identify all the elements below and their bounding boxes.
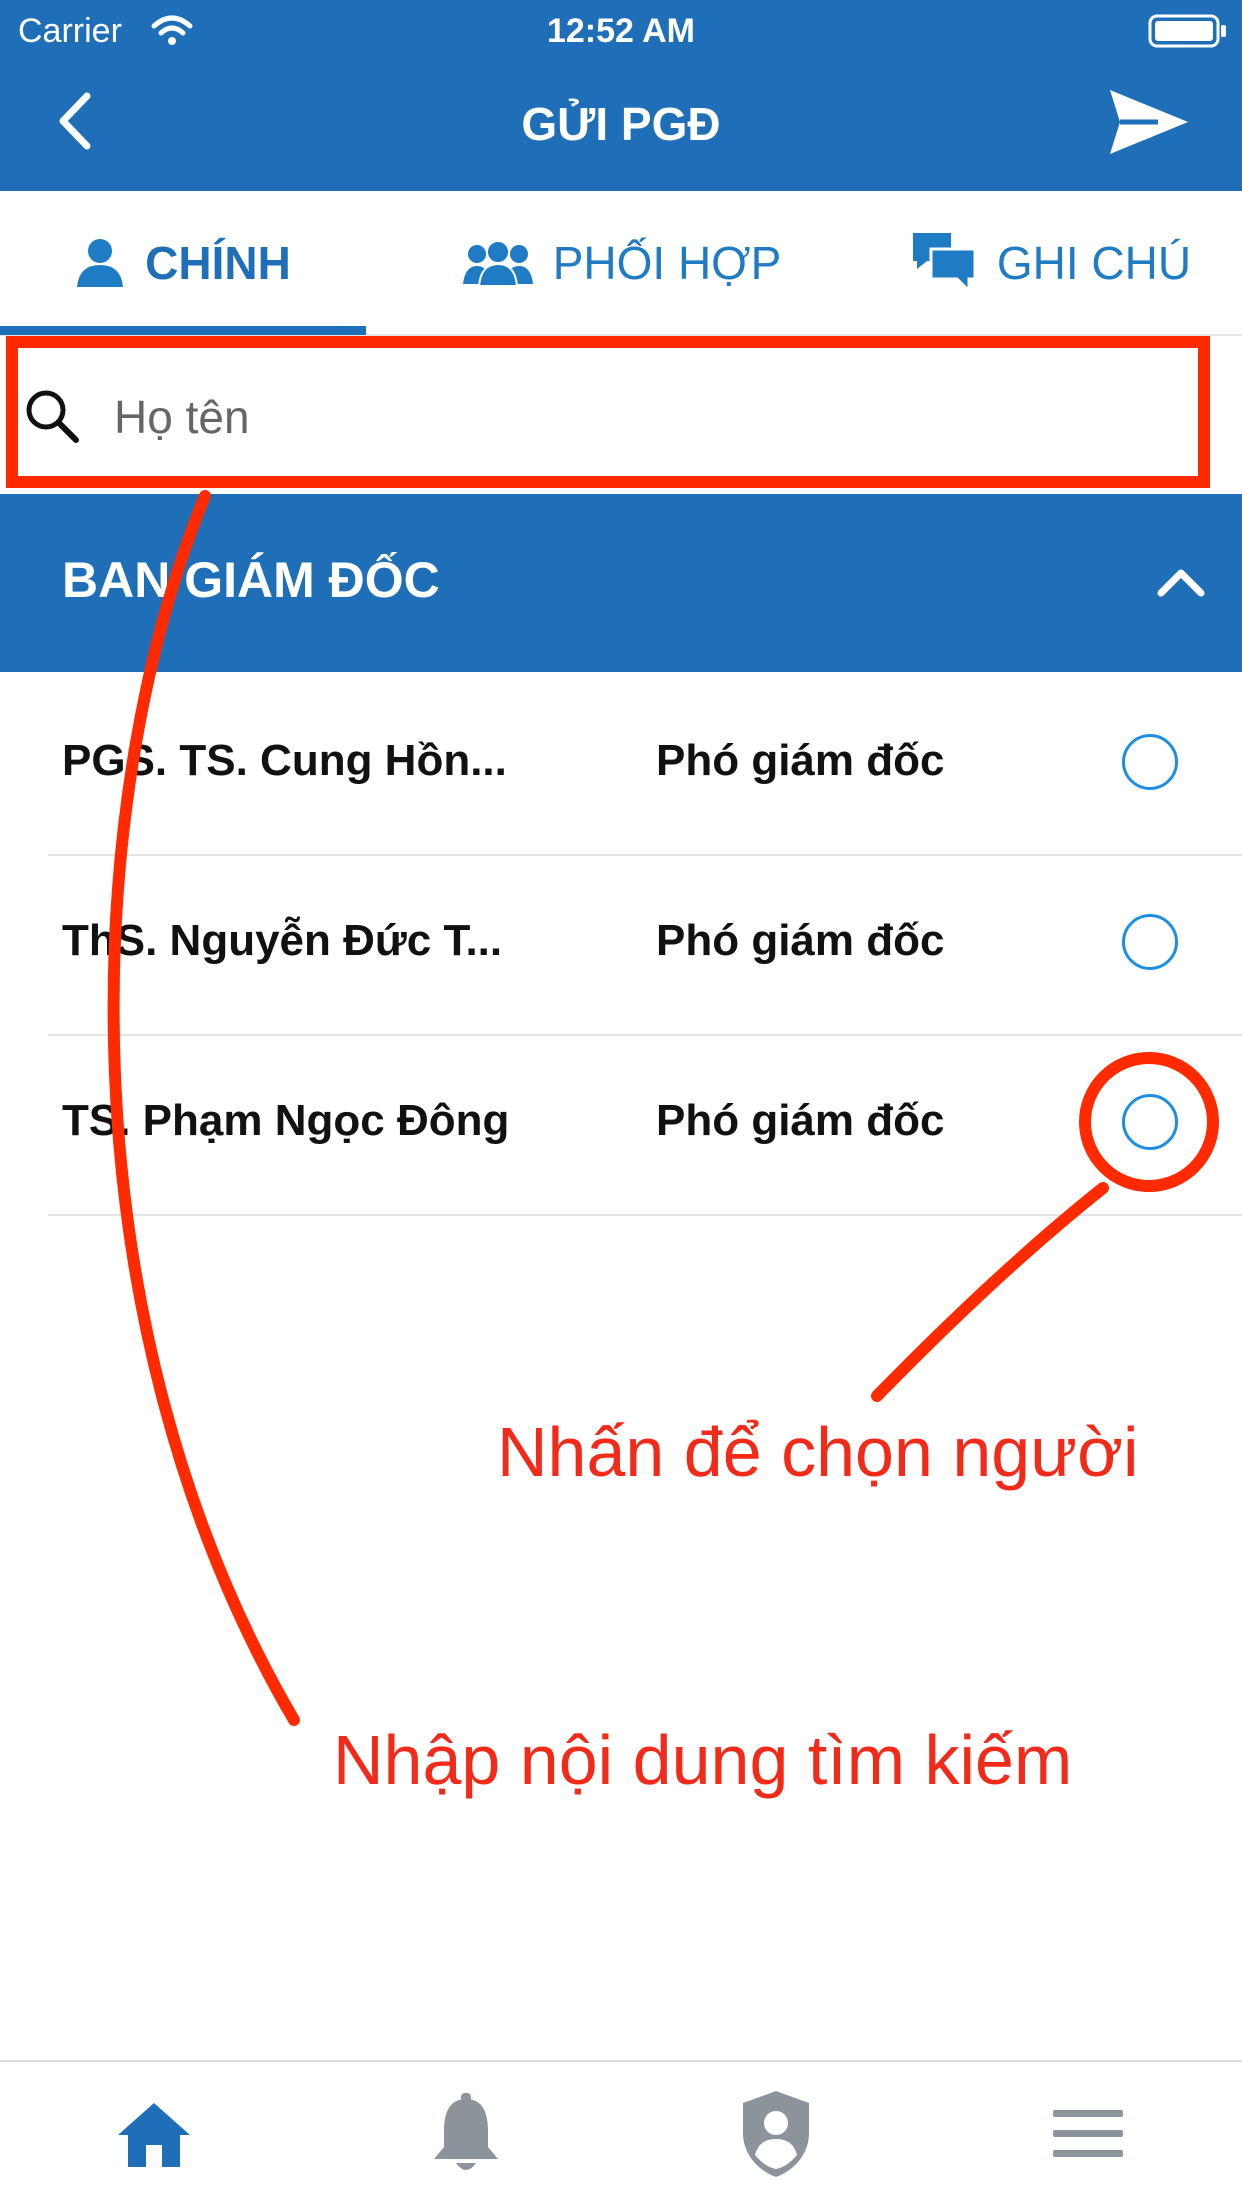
send-button[interactable] — [1104, 82, 1194, 162]
tab-home[interactable] — [94, 2084, 214, 2184]
shield-user-icon — [743, 2091, 809, 2177]
tab-notifications[interactable] — [406, 2084, 526, 2184]
tab-label: PHỐI HỢP — [552, 236, 782, 289]
tab-menu[interactable] — [1028, 2084, 1148, 2184]
select-radio[interactable] — [1122, 1094, 1178, 1150]
section-header[interactable]: BAN GIÁM ĐỐC — [0, 494, 1242, 672]
radio-pointer-line — [871, 1182, 1109, 1402]
bottom-tab-bar — [0, 2060, 1242, 2208]
user-icon — [77, 238, 124, 287]
home-icon — [118, 2103, 190, 2167]
select-radio[interactable] — [1122, 914, 1178, 970]
tab-bar-top: CHÍNH PHỐI HỢP GHI CHÚ — [0, 191, 1242, 336]
bell-icon — [434, 2093, 498, 2170]
send-icon — [1110, 90, 1188, 154]
select-hint-text: Nhấn để chọn người — [497, 1413, 1139, 1491]
menu-icon — [1053, 2110, 1123, 2157]
tab-phoi-hop[interactable]: PHỐI HỢP — [366, 191, 878, 334]
person-role: Phó giám đốc — [656, 1096, 945, 1145]
tab-ghi-chu[interactable]: GHI CHÚ — [860, 191, 1242, 334]
person-role: Phó giám đốc — [656, 916, 945, 965]
tab-profile[interactable] — [716, 2084, 836, 2184]
person-name: ThS. Nguyễn Đức T... — [62, 916, 503, 965]
list-item[interactable]: PGS. TS. Cung Hồn... Phó giám đốc — [0, 676, 1242, 856]
list-item[interactable]: TS. Phạm Ngọc Đông Phó giám đốc — [0, 1036, 1242, 1216]
battery-icon — [1148, 14, 1226, 48]
person-name: TS. Phạm Ngọc Đông — [62, 1096, 510, 1145]
collapse-button[interactable] — [1150, 556, 1212, 608]
chevron-up-icon — [1157, 569, 1205, 597]
search-hint-text: Nhập nội dung tìm kiếm — [333, 1721, 1073, 1799]
navigation-bar: Carrier 12:52 AM GỬI PGĐ — [0, 0, 1242, 191]
list-item[interactable]: ThS. Nguyễn Đức T... Phó giám đốc — [0, 856, 1242, 1036]
person-role: Phó giám đốc — [656, 736, 945, 785]
search-highlight-box — [6, 336, 1210, 488]
chat-icon — [912, 232, 977, 295]
person-name: PGS. TS. Cung Hồn... — [62, 736, 507, 785]
section-title: BAN GIÁM ĐỐC — [62, 552, 440, 608]
people-list: PGS. TS. Cung Hồn... Phó giám đốc ThS. N… — [0, 676, 1242, 1216]
divider — [48, 1214, 1242, 1216]
tab-chinh[interactable]: CHÍNH — [0, 191, 366, 334]
select-radio[interactable] — [1122, 734, 1178, 790]
active-tab-indicator — [0, 326, 366, 335]
page-title: GỬI PGĐ — [521, 98, 721, 150]
users-icon — [462, 239, 533, 286]
tab-label: CHÍNH — [145, 236, 291, 289]
status-time: 12:52 AM — [546, 12, 696, 50]
tab-label: GHI CHÚ — [996, 236, 1192, 289]
